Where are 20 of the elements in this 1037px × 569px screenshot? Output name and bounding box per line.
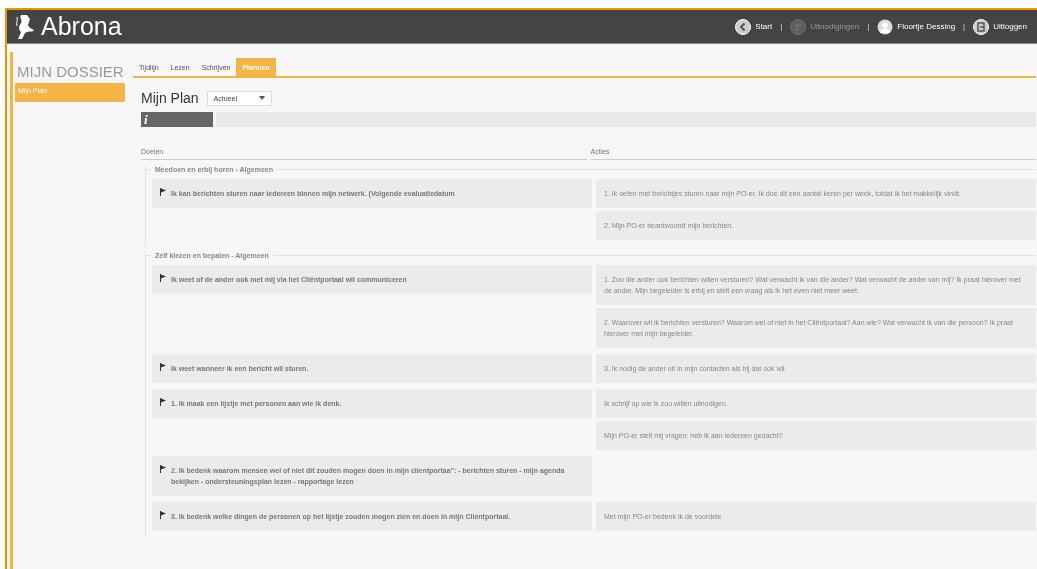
flag-icon xyxy=(160,465,166,473)
avatar-icon xyxy=(877,18,894,35)
logo-figure-icon xyxy=(15,13,35,40)
logo-text: Abrona xyxy=(41,12,122,41)
nav-link[interactable]: Uitloggen xyxy=(973,18,1027,35)
page-title: Mijn Plan xyxy=(141,90,199,106)
flag-icon xyxy=(160,511,166,519)
flag-icon xyxy=(160,274,166,282)
separator: | xyxy=(963,22,966,31)
nav-link[interactable]: Start xyxy=(735,18,773,35)
flag-icon xyxy=(160,188,166,196)
flag-icon xyxy=(160,363,166,371)
flag-icon xyxy=(160,398,166,406)
separator: | xyxy=(867,22,870,31)
nav-link[interactable]: Floortje Dessing xyxy=(877,18,956,35)
caret-icon xyxy=(258,96,265,100)
people-icon xyxy=(790,18,807,35)
separator: | xyxy=(780,22,783,31)
sidebar-title: MIJN DOSSIER xyxy=(16,63,125,80)
info-button[interactable]: i xyxy=(141,112,213,127)
